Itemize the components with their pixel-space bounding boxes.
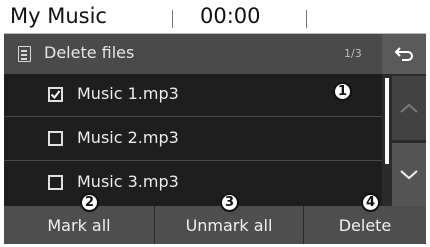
callout-marker-4: 4 — [361, 193, 380, 212]
scrollbar[interactable] — [385, 78, 389, 164]
file-name: Music 1.mp3 — [77, 84, 179, 103]
checkbox-unchecked[interactable] — [48, 175, 63, 190]
unmark-all-label: Unmark all — [185, 215, 273, 235]
checkbox-checked[interactable] — [48, 87, 63, 102]
app-title: My Music — [10, 4, 107, 28]
chevron-down-icon — [400, 169, 418, 179]
status-divider — [306, 10, 307, 28]
chevron-up-icon — [400, 103, 418, 113]
check-icon — [50, 90, 61, 100]
header: Delete files 1/3 — [4, 34, 426, 74]
clock: 00:00 — [200, 4, 261, 28]
bottom-toolbar: Mark all Unmark all Delete — [4, 206, 426, 244]
callout-marker-2: 2 — [80, 193, 99, 212]
mark-all-button[interactable]: Mark all — [4, 206, 154, 244]
page-title: Delete files — [44, 43, 135, 62]
checkbox-unchecked[interactable] — [48, 131, 63, 146]
callout-marker-1: 1 — [333, 82, 352, 101]
list-item[interactable]: Music 3.mp3 — [4, 162, 382, 205]
delete-label: Delete — [338, 215, 392, 235]
page-indicator: 1/3 — [344, 47, 362, 60]
back-button[interactable] — [382, 34, 426, 74]
scroll-up-button[interactable] — [392, 76, 426, 140]
list-item[interactable]: Music 2.mp3 — [4, 118, 382, 161]
callout-marker-3: 3 — [220, 193, 239, 212]
mark-all-label: Mark all — [47, 215, 111, 235]
back-arrow-icon — [394, 47, 413, 61]
file-list: Music 1.mp3 Music 2.mp3 Music 3.mp3 — [4, 74, 382, 206]
file-name: Music 2.mp3 — [77, 128, 179, 147]
list-item[interactable]: Music 1.mp3 — [4, 74, 382, 117]
delete-button[interactable]: Delete — [304, 206, 426, 244]
scroll-down-button[interactable] — [392, 143, 426, 206]
document-icon — [18, 46, 31, 62]
status-divider — [172, 10, 173, 28]
file-name: Music 3.mp3 — [77, 172, 179, 191]
status-bar: My Music 00:00 — [4, 2, 426, 34]
